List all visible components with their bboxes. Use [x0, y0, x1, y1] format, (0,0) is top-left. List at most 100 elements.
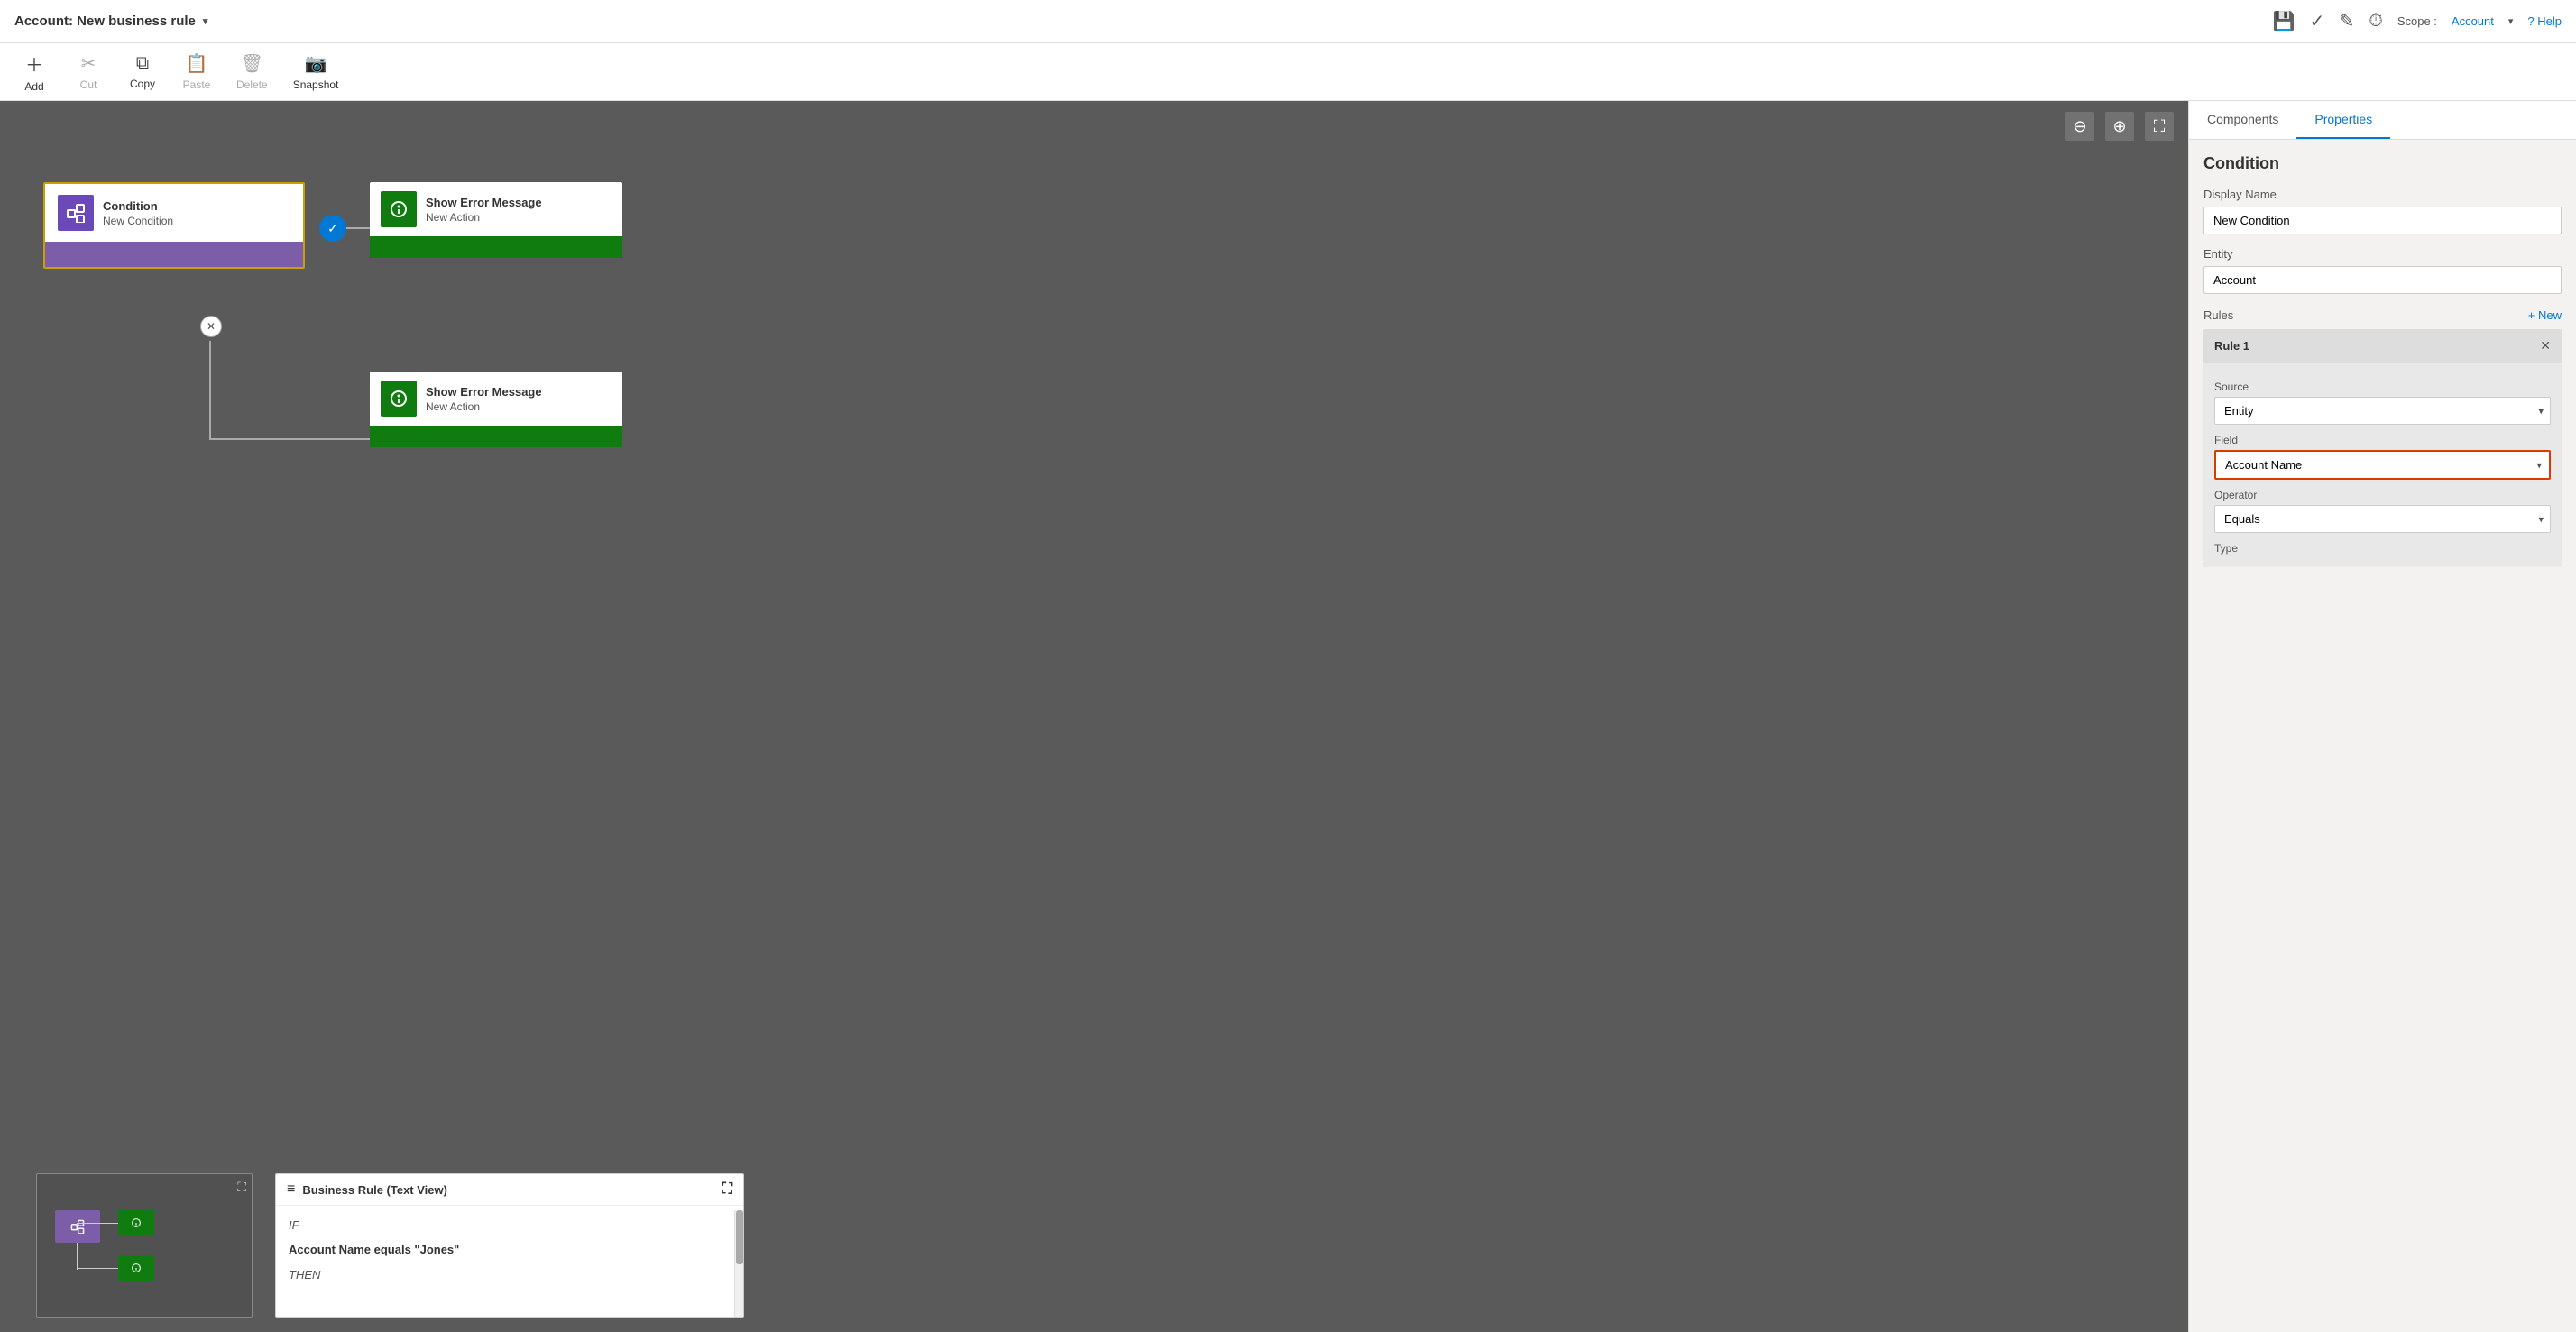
connector-horizontal-top — [346, 227, 370, 229]
canvas-area[interactable]: ⊖ ⊕ ⛶ — [0, 101, 2188, 1332]
mini-map-expand-icon[interactable]: ⛶ — [237, 1180, 246, 1195]
rule-box-1: Rule 1 ✕ Source Entity ▾ Field — [2203, 329, 2562, 567]
panel-content: Condition Display Name Entity Rules + Ne… — [2189, 140, 2576, 582]
copy-label: Copy — [130, 78, 155, 90]
scope-label: Scope : — [2397, 14, 2437, 28]
action-node-2-header: Show Error Message New Action — [370, 372, 622, 426]
text-view-expand-icon[interactable]: ⛶ — [722, 1181, 732, 1198]
check-icon[interactable]: ✓ — [2310, 10, 2325, 32]
connector-vertical — [209, 341, 211, 440]
condition-node-type: Condition — [103, 198, 173, 215]
rules-header: Rules + New — [2203, 308, 2562, 322]
delete-button[interactable]: 🗑 Delete — [224, 47, 281, 96]
condition-node-name: New Condition — [103, 215, 173, 227]
action-node-2-type: Show Error Message — [426, 384, 542, 400]
condition-node-header: Condition New Condition — [45, 184, 303, 242]
action-node-1-text: Show Error Message New Action — [426, 195, 542, 224]
display-name-input[interactable] — [2203, 207, 2562, 234]
action-node-1-footer — [370, 236, 622, 258]
action-icon-1 — [381, 191, 417, 227]
rule-1-header: Rule 1 ✕ — [2203, 329, 2562, 363]
action-node-1-header: Show Error Message New Action — [370, 182, 622, 236]
help-label[interactable]: ? Help — [2527, 14, 2562, 28]
copy-icon: ⧉ — [136, 53, 149, 74]
title-bar-left: Account: New business rule ▾ — [14, 14, 207, 29]
cut-label: Cut — [80, 78, 97, 91]
save-icon[interactable]: 💾 — [2273, 10, 2295, 32]
action-node-1-name: New Action — [426, 211, 542, 224]
field-select-wrapper: Account Name ▾ — [2216, 452, 2549, 478]
field-label: Field — [2214, 434, 2551, 446]
clock-icon[interactable]: ⏱ — [2369, 11, 2383, 32]
toolbar: ＋ Add ✂ Cut ⧉ Copy 📋 Paste 🗑 Delete 📷 Sn… — [0, 43, 2576, 101]
zoom-in-icon: ⊕ — [2112, 117, 2126, 136]
mini-connector-vertical — [77, 1243, 78, 1270]
rule-1-label: Rule 1 — [2214, 339, 2249, 353]
paste-icon: 📋 — [186, 52, 208, 75]
title-chevron[interactable]: ▾ — [203, 15, 208, 27]
display-name-label: Display Name — [2203, 188, 2562, 201]
action-icon-2 — [381, 381, 417, 417]
source-select-wrapper: Entity ▾ — [2214, 397, 2551, 425]
add-button[interactable]: ＋ Add — [7, 45, 61, 98]
condition-node-footer — [45, 242, 303, 267]
text-view-list-icon: ≡ — [287, 1181, 295, 1198]
delete-label: Delete — [236, 78, 268, 91]
connector-horizontal-bottom — [209, 438, 370, 440]
text-view-scrollbar-track[interactable] — [734, 1210, 743, 1317]
fit-icon: ⛶ — [2154, 117, 2166, 136]
action-node-1-type: Show Error Message — [426, 195, 542, 211]
tab-components[interactable]: Components — [2189, 101, 2296, 139]
rule-1-body: Source Entity ▾ Field Account Name — [2203, 363, 2562, 567]
text-view-panel: ≡ Business Rule (Text View) ⛶ IF Account… — [275, 1173, 744, 1318]
scope-value[interactable]: Account — [2452, 14, 2494, 28]
field-select[interactable]: Account Name — [2216, 452, 2549, 478]
mini-map: ⛶ — [36, 1173, 253, 1318]
text-view-body: IF Account Name equals "Jones" THEN — [276, 1206, 743, 1312]
condition-node[interactable]: Condition New Condition — [43, 182, 305, 269]
condition-x-button[interactable]: ✕ — [200, 316, 222, 337]
add-label: Add — [24, 80, 43, 93]
action-node-2[interactable]: Show Error Message New Action — [370, 372, 622, 447]
title-bar: Account: New business rule ▾ 💾 ✓ ✎ ⏱ Sco… — [0, 0, 2576, 43]
action-node-1[interactable]: Show Error Message New Action — [370, 182, 622, 258]
operator-select[interactable]: Equals — [2214, 505, 2551, 533]
edit-icon[interactable]: ✎ — [2339, 10, 2354, 32]
action-node-2-text: Show Error Message New Action — [426, 384, 542, 413]
text-view-condition: Account Name equals "Jones" — [289, 1239, 731, 1260]
scope-chevron[interactable]: ▾ — [2508, 15, 2514, 27]
main-layout: ⊖ ⊕ ⛶ — [0, 101, 2576, 1332]
new-rule-button[interactable]: + New — [2528, 308, 2562, 322]
paste-button[interactable]: 📋 Paste — [170, 47, 224, 96]
text-view-scrollbar-thumb[interactable] — [736, 1210, 743, 1264]
title-bar-right: 💾 ✓ ✎ ⏱ Scope : Account ▾ ? Help — [2273, 10, 2562, 32]
operator-select-wrapper: Equals ▾ — [2214, 505, 2551, 533]
condition-check-button[interactable]: ✓ — [319, 215, 346, 242]
text-view-then: THEN — [289, 1264, 731, 1285]
zoom-out-button[interactable]: ⊖ — [2065, 112, 2094, 141]
zoom-in-button[interactable]: ⊕ — [2105, 112, 2134, 141]
add-icon: ＋ — [25, 51, 43, 77]
field-select-highlighted-wrapper: Account Name ▾ — [2214, 450, 2551, 480]
paste-label: Paste — [183, 78, 211, 91]
fit-button[interactable]: ⛶ — [2145, 112, 2174, 141]
snapshot-button[interactable]: 📷 Snapshot — [281, 47, 352, 96]
text-view-if: IF — [289, 1215, 731, 1236]
mini-connector-h-top — [77, 1223, 118, 1224]
rule-1-close-button[interactable]: ✕ — [2540, 338, 2551, 354]
action-node-2-footer — [370, 426, 622, 447]
panel-tabs: Components Properties — [2189, 101, 2576, 140]
panel-section-title: Condition — [2203, 154, 2562, 173]
tab-properties[interactable]: Properties — [2296, 101, 2390, 139]
source-select[interactable]: Entity — [2214, 397, 2551, 425]
text-view-condition-text: Account Name equals "Jones" — [289, 1243, 459, 1256]
zoom-out-icon: ⊖ — [2073, 117, 2086, 136]
copy-button[interactable]: ⧉ Copy — [115, 48, 170, 96]
entity-input[interactable] — [2203, 266, 2562, 294]
cut-button[interactable]: ✂ Cut — [61, 47, 115, 96]
operator-label: Operator — [2214, 489, 2551, 501]
text-view-title: Business Rule (Text View) — [302, 1183, 447, 1197]
condition-icon — [58, 195, 94, 231]
source-label: Source — [2214, 381, 2551, 393]
delete-icon: 🗑 — [241, 52, 263, 75]
